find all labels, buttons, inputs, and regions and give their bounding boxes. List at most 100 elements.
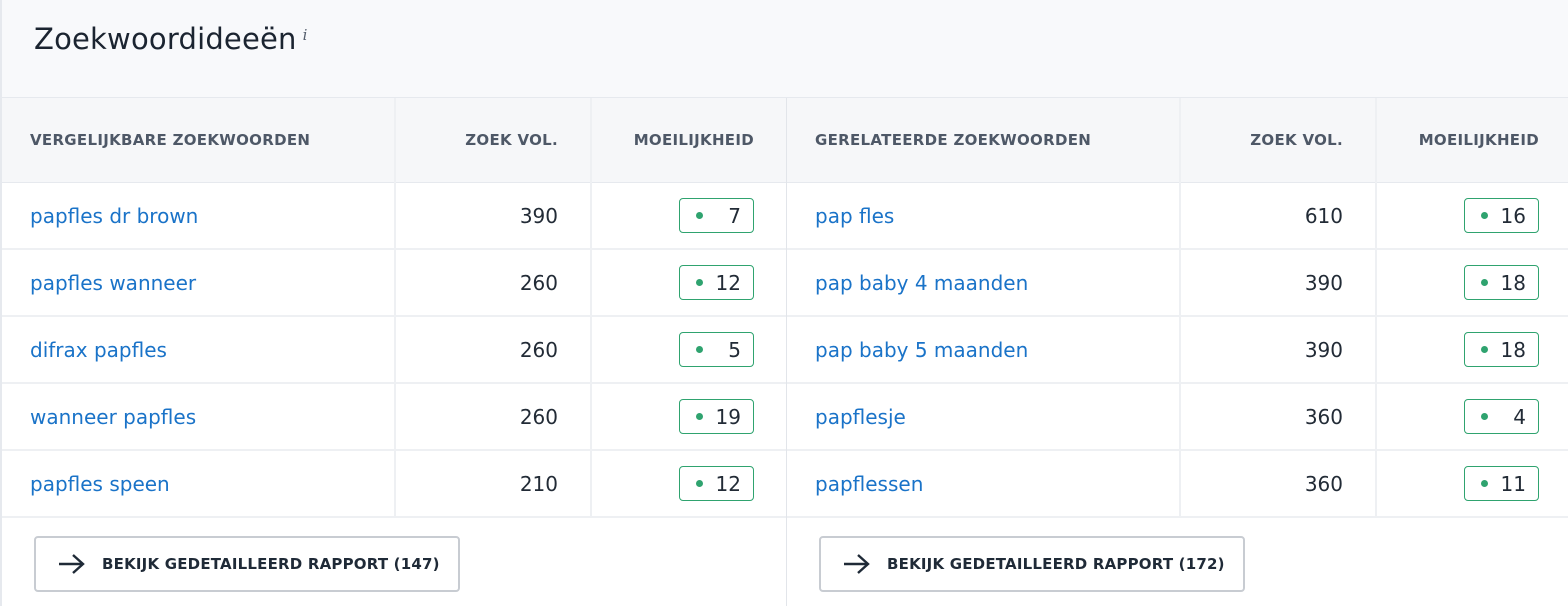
difficulty-value: 18 bbox=[1500, 270, 1526, 295]
keyword-link[interactable]: papfles dr brown bbox=[30, 204, 198, 228]
difficulty-value: 4 bbox=[1513, 404, 1526, 429]
difficulty-badge: 18 bbox=[1464, 265, 1539, 300]
related-footer: BEKIJK GEDETAILLEERD RAPPORT (172) bbox=[819, 536, 1245, 592]
report-button-label: BEKIJK GEDETAILLEERD RAPPORT (172) bbox=[887, 555, 1225, 573]
keyword-cell: difrax papfles bbox=[2, 316, 395, 384]
difficulty-cell: 12 bbox=[590, 249, 786, 317]
difficulty-dot-icon bbox=[696, 346, 703, 353]
difficulty-value: 19 bbox=[715, 404, 741, 429]
difficulty-value: 16 bbox=[1500, 203, 1526, 228]
difficulty-badge: 18 bbox=[1464, 332, 1539, 367]
volume-cell: 360 bbox=[1179, 383, 1376, 451]
keyword-panels: VERGELIJKBARE ZOEKWOORDEN ZOEK VOL. MOEI… bbox=[2, 98, 1568, 606]
keyword-cell: papfles dr brown bbox=[2, 182, 395, 250]
difficulty-cell: 18 bbox=[1375, 249, 1568, 317]
table-row: pap baby 5 maanden 390 18 bbox=[787, 316, 1568, 384]
column-header-volume[interactable]: ZOEK VOL. bbox=[1179, 98, 1376, 183]
volume-cell: 260 bbox=[394, 316, 591, 384]
difficulty-cell: 19 bbox=[590, 383, 786, 451]
keyword-cell: pap baby 4 maanden bbox=[787, 249, 1180, 317]
table-row: wanneer papfles 260 19 bbox=[2, 383, 786, 451]
difficulty-cell: 4 bbox=[1375, 383, 1568, 451]
volume-cell: 610 bbox=[1179, 182, 1376, 250]
keyword-link[interactable]: papfles speen bbox=[30, 472, 170, 496]
keyword-cell: papflessen bbox=[787, 450, 1180, 518]
volume-cell: 390 bbox=[1179, 316, 1376, 384]
difficulty-dot-icon bbox=[1481, 212, 1488, 219]
similar-report-button[interactable]: BEKIJK GEDETAILLEERD RAPPORT (147) bbox=[34, 536, 460, 592]
keyword-link[interactable]: papfles wanneer bbox=[30, 271, 196, 295]
difficulty-value: 12 bbox=[715, 270, 741, 295]
keyword-cell: wanneer papfles bbox=[2, 383, 395, 451]
keyword-cell: papfles speen bbox=[2, 450, 395, 518]
similar-footer: BEKIJK GEDETAILLEERD RAPPORT (147) bbox=[34, 536, 460, 592]
table-row: difrax papfles 260 5 bbox=[2, 316, 786, 384]
info-icon[interactable]: i bbox=[303, 26, 308, 44]
volume-cell: 360 bbox=[1179, 450, 1376, 518]
related-report-button[interactable]: BEKIJK GEDETAILLEERD RAPPORT (172) bbox=[819, 536, 1245, 592]
difficulty-badge: 12 bbox=[679, 265, 754, 300]
difficulty-dot-icon bbox=[1481, 413, 1488, 420]
keyword-link[interactable]: difrax papfles bbox=[30, 338, 167, 362]
related-keywords-table: GERELATEERDE ZOEKWOORDEN ZOEK VOL. MOEIL… bbox=[787, 98, 1568, 518]
difficulty-dot-icon bbox=[696, 413, 703, 420]
keyword-cell: pap fles bbox=[787, 182, 1180, 250]
difficulty-dot-icon bbox=[696, 212, 703, 219]
difficulty-badge: 7 bbox=[679, 198, 754, 233]
keyword-ideas-widget: Zoekwoordideeën i VERGELIJKBARE ZOEKWOORD… bbox=[0, 0, 1568, 606]
table-row: papflesje 360 4 bbox=[787, 383, 1568, 451]
report-button-label: BEKIJK GEDETAILLEERD RAPPORT (147) bbox=[102, 555, 440, 573]
column-header-keyword[interactable]: VERGELIJKBARE ZOEKWOORDEN bbox=[2, 98, 395, 183]
keyword-cell: papflesje bbox=[787, 383, 1180, 451]
column-header-difficulty[interactable]: MOEILIJKHEID bbox=[1375, 98, 1568, 183]
table-header-row: VERGELIJKBARE ZOEKWOORDEN ZOEK VOL. MOEI… bbox=[2, 98, 786, 183]
table-row: papfles wanneer 260 12 bbox=[2, 249, 786, 317]
difficulty-cell: 5 bbox=[590, 316, 786, 384]
table-row: papflessen 360 11 bbox=[787, 450, 1568, 518]
table-header-row: GERELATEERDE ZOEKWOORDEN ZOEK VOL. MOEIL… bbox=[787, 98, 1568, 183]
difficulty-badge: 11 bbox=[1464, 466, 1539, 501]
keyword-link[interactable]: pap baby 5 maanden bbox=[815, 338, 1028, 362]
difficulty-badge: 16 bbox=[1464, 198, 1539, 233]
difficulty-badge: 12 bbox=[679, 466, 754, 501]
widget-header: Zoekwoordideeën i bbox=[2, 0, 1568, 98]
difficulty-dot-icon bbox=[696, 279, 703, 286]
keyword-link[interactable]: wanneer papfles bbox=[30, 405, 196, 429]
difficulty-badge: 5 bbox=[679, 332, 754, 367]
difficulty-cell: 12 bbox=[590, 450, 786, 518]
table-row: papfles speen 210 12 bbox=[2, 450, 786, 518]
similar-keywords-panel: VERGELIJKBARE ZOEKWOORDEN ZOEK VOL. MOEI… bbox=[2, 98, 786, 606]
column-header-keyword[interactable]: GERELATEERDE ZOEKWOORDEN bbox=[787, 98, 1180, 183]
difficulty-dot-icon bbox=[1481, 346, 1488, 353]
keyword-link[interactable]: pap fles bbox=[815, 204, 894, 228]
difficulty-value: 18 bbox=[1500, 337, 1526, 362]
difficulty-value: 7 bbox=[728, 203, 741, 228]
keyword-link[interactable]: pap baby 4 maanden bbox=[815, 271, 1028, 295]
volume-cell: 260 bbox=[394, 249, 591, 317]
difficulty-cell: 11 bbox=[1375, 450, 1568, 518]
similar-keywords-table: VERGELIJKBARE ZOEKWOORDEN ZOEK VOL. MOEI… bbox=[2, 98, 786, 518]
difficulty-value: 12 bbox=[715, 471, 741, 496]
difficulty-dot-icon bbox=[1481, 480, 1488, 487]
volume-cell: 260 bbox=[394, 383, 591, 451]
difficulty-value: 5 bbox=[728, 337, 741, 362]
keyword-link[interactable]: papflessen bbox=[815, 472, 923, 496]
difficulty-badge: 4 bbox=[1464, 399, 1539, 434]
keyword-cell: papfles wanneer bbox=[2, 249, 395, 317]
difficulty-value: 11 bbox=[1500, 471, 1526, 496]
arrow-right-icon bbox=[844, 554, 870, 574]
arrow-right-icon bbox=[59, 554, 85, 574]
widget-title: Zoekwoordideeën bbox=[34, 22, 297, 56]
volume-cell: 210 bbox=[394, 450, 591, 518]
difficulty-dot-icon bbox=[696, 480, 703, 487]
column-header-difficulty[interactable]: MOEILIJKHEID bbox=[590, 98, 786, 183]
keyword-link[interactable]: papflesje bbox=[815, 405, 906, 429]
difficulty-badge: 19 bbox=[679, 399, 754, 434]
difficulty-cell: 16 bbox=[1375, 182, 1568, 250]
table-row: pap fles 610 16 bbox=[787, 182, 1568, 250]
volume-cell: 390 bbox=[1179, 249, 1376, 317]
column-header-volume[interactable]: ZOEK VOL. bbox=[394, 98, 591, 183]
table-row: papfles dr brown 390 7 bbox=[2, 182, 786, 250]
keyword-cell: pap baby 5 maanden bbox=[787, 316, 1180, 384]
volume-cell: 390 bbox=[394, 182, 591, 250]
